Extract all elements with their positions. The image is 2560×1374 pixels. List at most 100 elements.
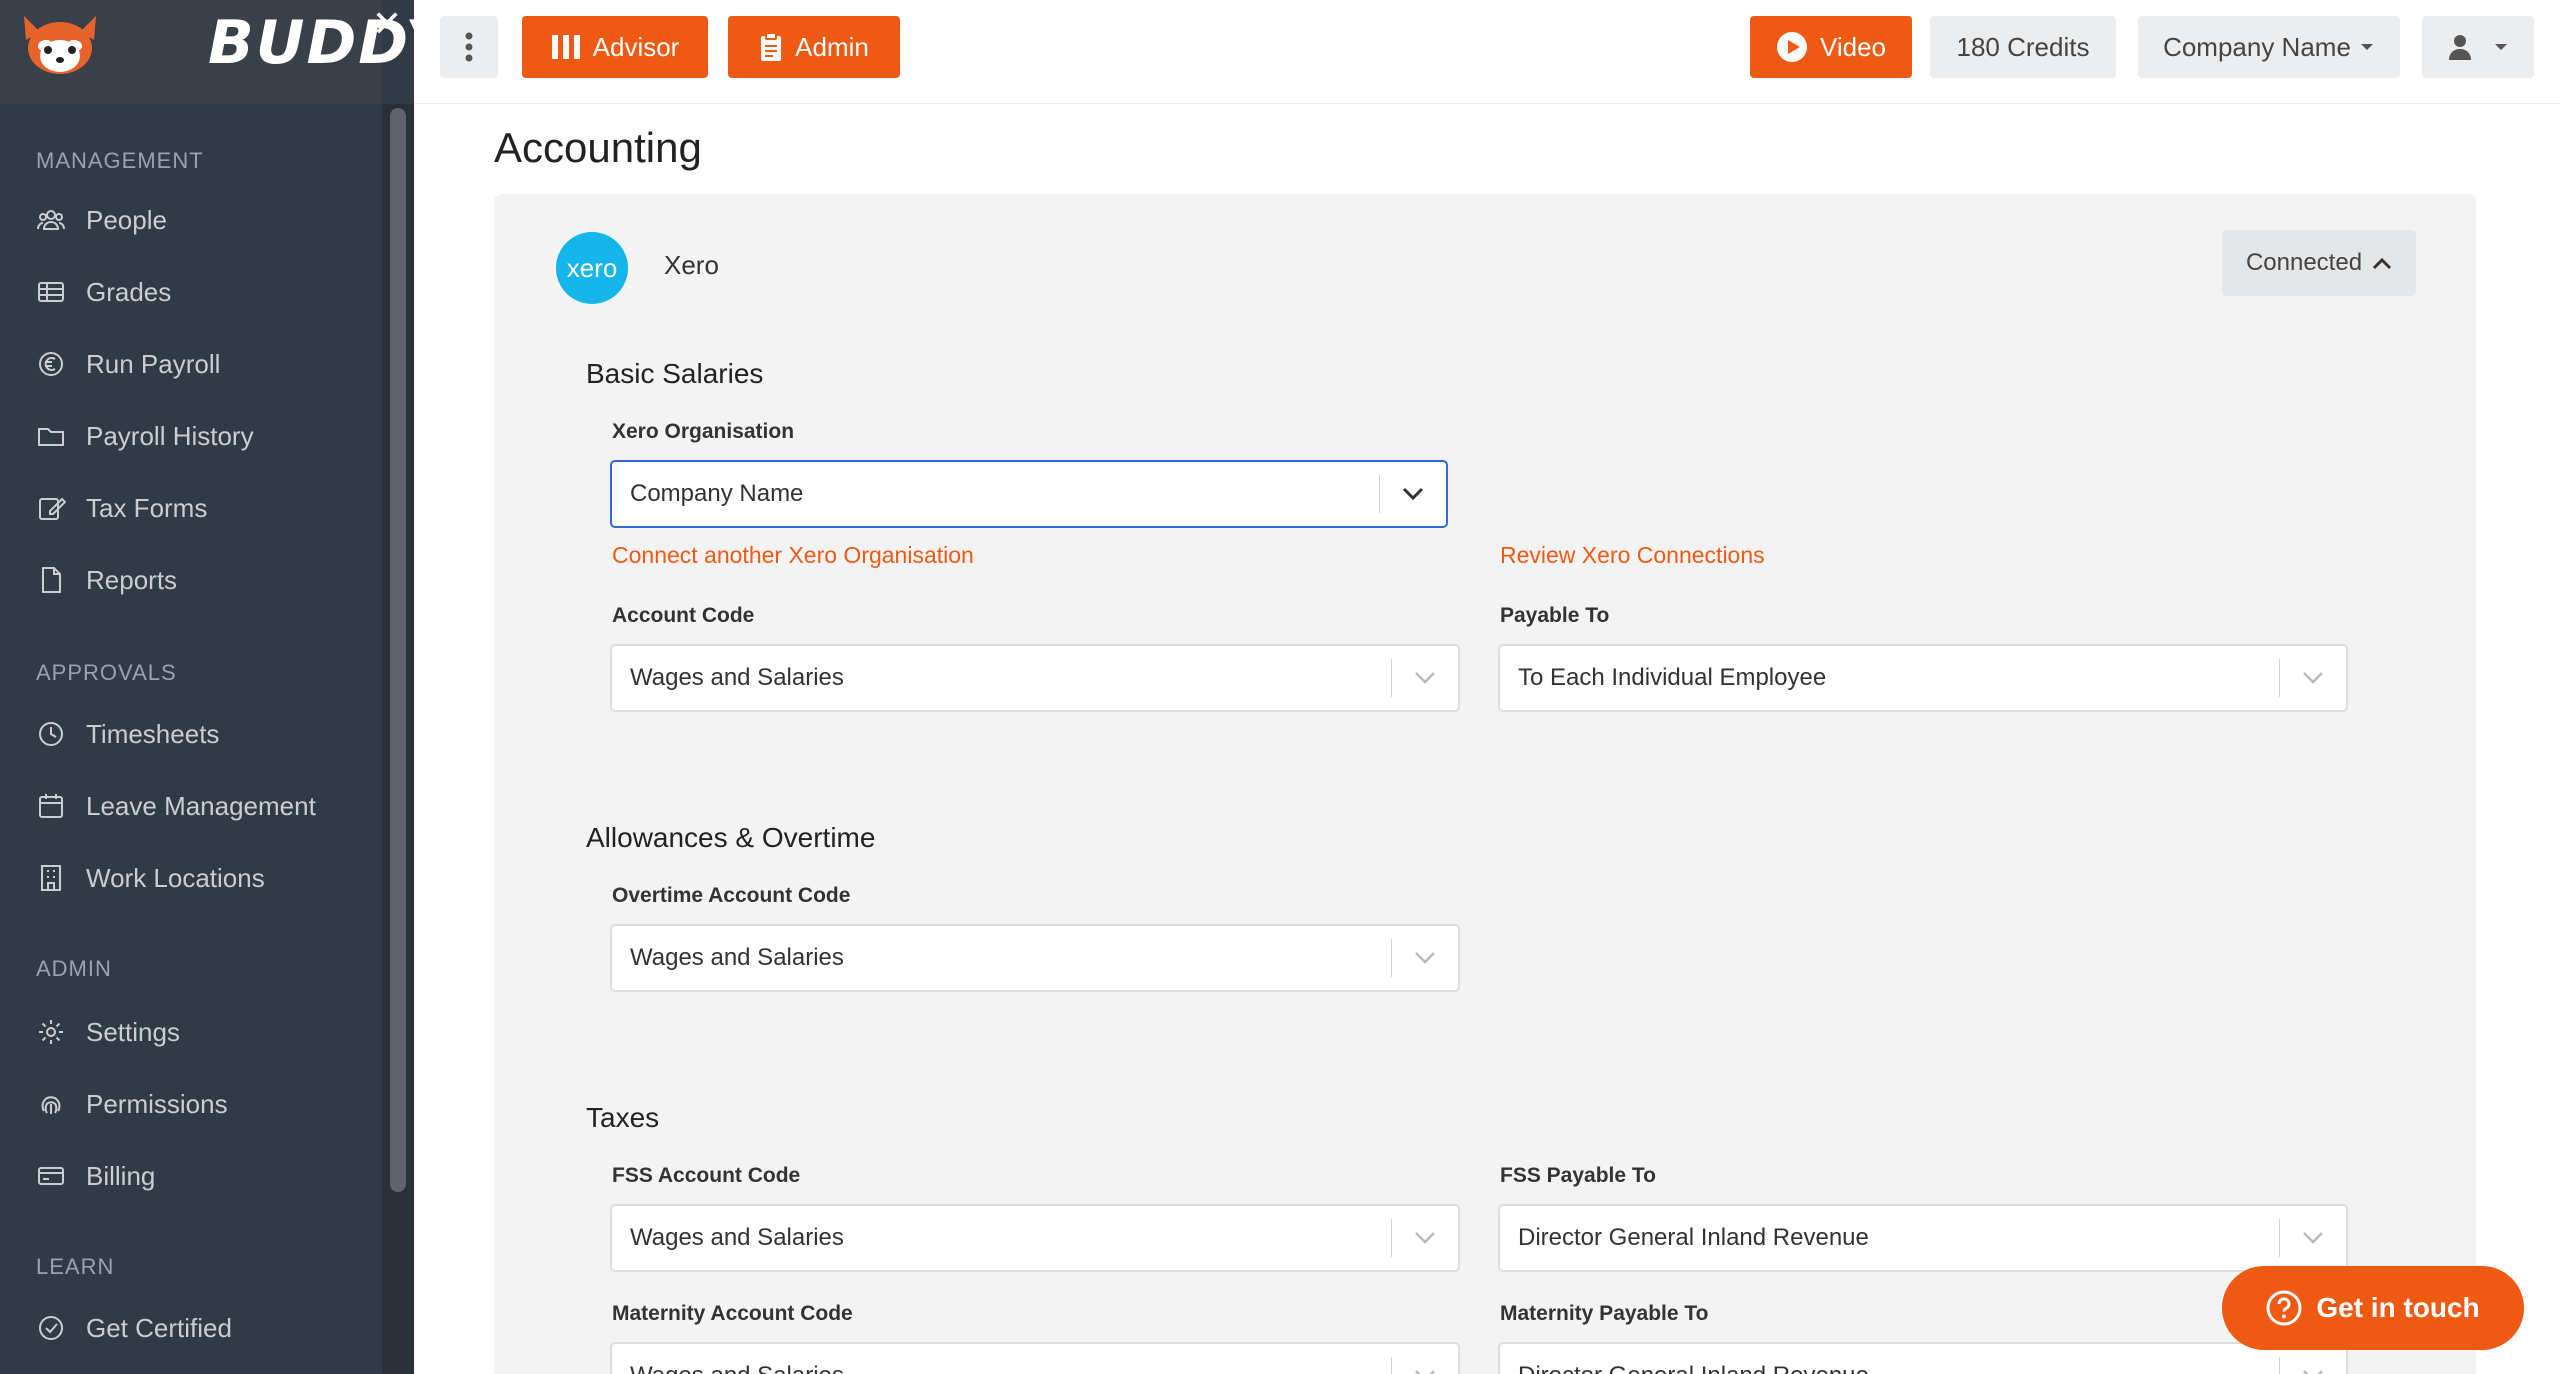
- table-icon: [36, 277, 66, 307]
- integration-name: Xero: [664, 250, 719, 280]
- sidebar-item-label: Get Certified: [86, 1312, 232, 1343]
- select-value: Company Name: [630, 480, 804, 507]
- fss-account-code-select[interactable]: Wages and Salaries: [610, 1204, 1460, 1272]
- sidebar-item-label: Work Locations: [86, 862, 265, 893]
- clipboard-icon: [761, 32, 782, 61]
- company-label: Company Name: [2163, 31, 2351, 62]
- section-title-taxes: Taxes: [586, 1102, 660, 1133]
- fss-account-code-label: FSS Account Code: [612, 1164, 801, 1187]
- sidebar-item-permissions[interactable]: Permissions: [0, 1074, 382, 1134]
- building-icon: [36, 863, 66, 893]
- nav-section-management: MANAGEMENT: [36, 148, 204, 173]
- red-panda-logo-icon[interactable]: [18, 10, 102, 80]
- sidebar-item-work-locations[interactable]: Work Locations: [0, 848, 382, 908]
- fss-payable-to-select[interactable]: Director General Inland Revenue: [1498, 1204, 2348, 1272]
- overtime-account-code-label: Overtime Account Code: [612, 884, 851, 907]
- calendar-icon: [36, 791, 66, 821]
- sidebar-item-reports[interactable]: Reports: [0, 550, 382, 610]
- sidebar-item-label: People: [86, 204, 167, 235]
- sidebar-item-leave-management[interactable]: Leave Management: [0, 776, 382, 836]
- select-value: Wages and Salaries: [612, 1362, 1391, 1374]
- sidebar-item-grades[interactable]: Grades: [0, 262, 382, 322]
- play-circle-icon: [1776, 32, 1807, 62]
- gear-icon: [36, 1017, 66, 1047]
- video-label: Video: [1819, 31, 1887, 62]
- xero-organisation-label: Xero Organisation: [612, 420, 795, 443]
- maternity-payable-to-select[interactable]: Director General Inland Revenue: [1498, 1342, 2348, 1374]
- question-circle-icon: [2266, 1290, 2302, 1326]
- sidebar-item-label: Permissions: [86, 1088, 228, 1119]
- admin-label: Admin: [795, 31, 869, 62]
- credits-button[interactable]: 180 Credits: [1930, 16, 2116, 78]
- sidebar-item-label: Run Payroll: [86, 348, 221, 379]
- admin-button[interactable]: Admin: [728, 16, 900, 78]
- section-title-basic-salaries: Basic Salaries: [586, 358, 764, 389]
- sidebar-item-get-certified[interactable]: Get Certified: [0, 1298, 382, 1358]
- video-button[interactable]: Video: [1750, 16, 1912, 78]
- user-menu-button[interactable]: [2422, 16, 2534, 78]
- sidebar-item-tax-forms[interactable]: Tax Forms: [0, 478, 382, 538]
- more-options-button[interactable]: [440, 16, 498, 78]
- sidebar-item-label: Reports: [86, 564, 178, 595]
- chevron-down-icon[interactable]: [2280, 1369, 2346, 1374]
- sidebar-item-settings[interactable]: Settings: [0, 1002, 382, 1062]
- scrollbar-thumb[interactable]: [390, 108, 406, 1192]
- user-icon: [2449, 35, 2471, 60]
- sidebar-item-timesheets[interactable]: Timesheets: [0, 704, 382, 764]
- connect-another-org-link[interactable]: Connect another Xero Organisation: [612, 542, 974, 569]
- caret-down-icon: [2360, 44, 2373, 50]
- fss-payable-to-label: FSS Payable To: [1500, 1164, 1656, 1187]
- connected-label: Connected: [2245, 249, 2363, 276]
- topbar: Advisor Admin Video 180 Credits Company …: [414, 0, 2560, 104]
- sidebar-item-billing[interactable]: Billing: [0, 1146, 382, 1206]
- close-sidebar-icon[interactable]: ✕: [372, 4, 402, 44]
- sidebar-item-payroll-history[interactable]: Payroll History: [0, 406, 382, 466]
- chevron-down-icon[interactable]: [2280, 671, 2346, 685]
- company-dropdown[interactable]: Company Name: [2138, 16, 2400, 78]
- overtime-account-code-select[interactable]: Wages and Salaries: [610, 924, 1460, 992]
- sidebar-item-label: Billing: [86, 1160, 156, 1191]
- sidebar-brand: BUDDY ✕: [0, 0, 449, 104]
- review-xero-connections-link[interactable]: Review Xero Connections: [1500, 542, 1765, 569]
- main-content: Accounting xero Xero Connected Basic Sal…: [414, 104, 2560, 1374]
- xero-organisation-select[interactable]: Company Name: [610, 460, 1448, 528]
- select-value: Director General Inland Revenue: [1500, 1362, 2279, 1374]
- caret-down-icon: [2495, 44, 2507, 50]
- connected-toggle-button[interactable]: Connected: [2222, 230, 2416, 296]
- users-icon: [36, 205, 66, 235]
- maternity-payable-to-label: Maternity Payable To: [1500, 1302, 1709, 1325]
- chevron-down-icon[interactable]: [2280, 1231, 2346, 1245]
- get-in-touch-button[interactable]: Get in touch: [2222, 1266, 2524, 1350]
- get-in-touch-label: Get in touch: [2316, 1292, 2480, 1323]
- nav-section-learn: LEARN: [36, 1254, 115, 1279]
- chevron-down-icon[interactable]: [1392, 671, 1458, 685]
- columns-icon: [551, 35, 580, 59]
- chevron-down-icon[interactable]: [1392, 1369, 1458, 1374]
- sidebar-scrollbar[interactable]: [382, 104, 414, 1374]
- sidebar-item-label: Tax Forms: [86, 492, 208, 523]
- xero-logo-text: xero: [566, 252, 618, 283]
- sidebar-item-people[interactable]: People: [0, 190, 382, 250]
- chevron-down-icon[interactable]: [1392, 951, 1458, 965]
- sidebar-item-label: Leave Management: [86, 790, 316, 821]
- account-code-label: Account Code: [612, 604, 755, 627]
- credit-card-icon: [36, 1161, 66, 1191]
- section-title-allowances: Allowances & Overtime: [586, 822, 876, 853]
- sidebar-item-label: Settings: [86, 1016, 180, 1047]
- account-code-select[interactable]: Wages and Salaries: [610, 644, 1460, 712]
- clock-icon: [36, 719, 66, 749]
- nav-section-approvals: APPROVALS: [36, 660, 177, 685]
- check-circle-icon: [36, 1313, 66, 1343]
- folder-icon: [36, 421, 66, 451]
- sidebar-item-run-payroll[interactable]: Run Payroll: [0, 334, 382, 394]
- chevron-down-icon[interactable]: [1392, 1231, 1458, 1245]
- xero-integration-card: xero Xero Connected Basic Salaries Xero …: [494, 194, 2476, 1374]
- advisor-button[interactable]: Advisor: [522, 16, 708, 78]
- maternity-account-code-select[interactable]: Wages and Salaries: [610, 1342, 1460, 1374]
- select-value: Wages and Salaries: [630, 664, 844, 691]
- file-icon: [36, 565, 66, 595]
- credits-label: 180 Credits: [1956, 31, 2090, 62]
- select-value: Wages and Salaries: [630, 944, 844, 971]
- chevron-down-icon[interactable]: [1380, 487, 1446, 501]
- payable-to-select[interactable]: To Each Individual Employee: [1498, 644, 2348, 712]
